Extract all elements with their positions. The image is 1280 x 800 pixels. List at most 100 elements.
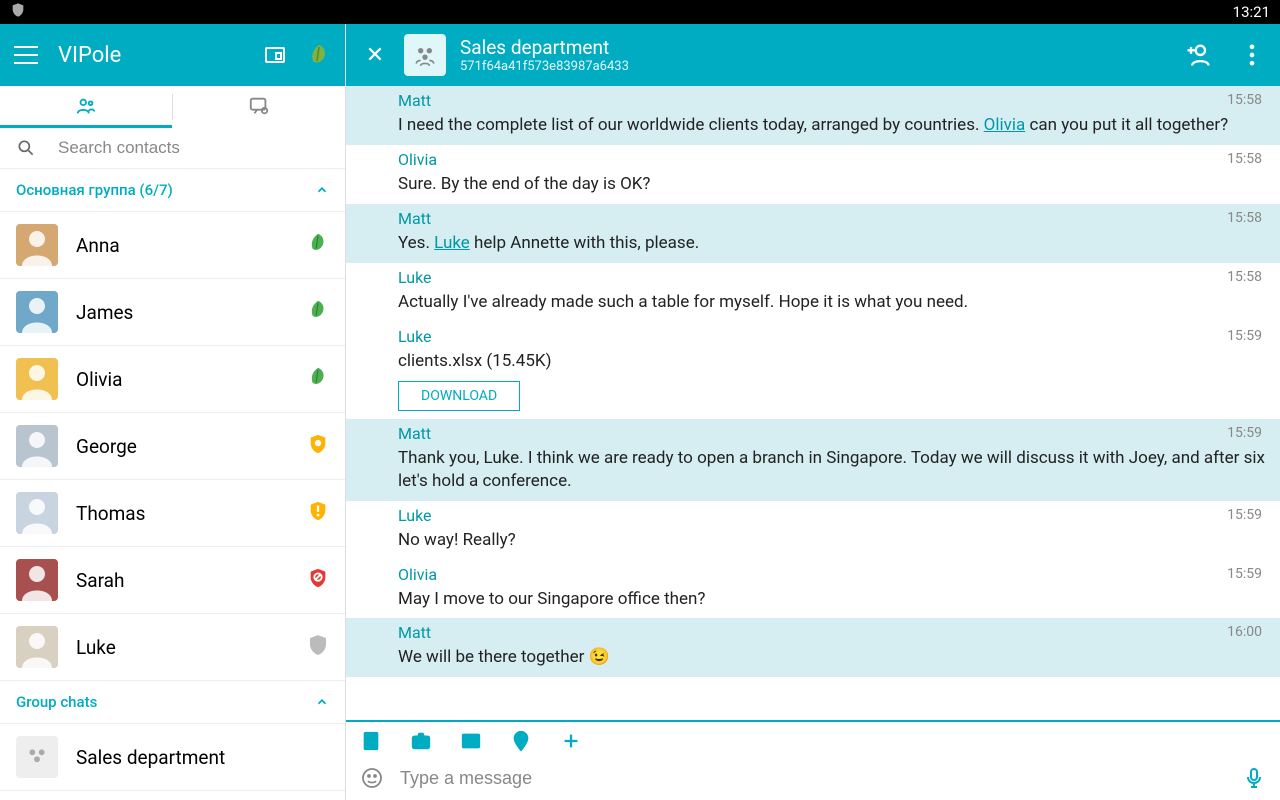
- status-icon: [307, 366, 329, 392]
- contact-item[interactable]: James: [0, 279, 345, 346]
- sidebar-tabs: [0, 86, 345, 128]
- message-list[interactable]: Matt15:58I need the complete list of our…: [346, 86, 1280, 720]
- contact-item[interactable]: Thomas: [0, 480, 345, 547]
- message-time: 15:59: [1227, 507, 1262, 523]
- message-sender: Matt: [398, 623, 1266, 642]
- main-group-header[interactable]: Основная группа (6/7): [0, 169, 345, 212]
- chat-header: ✕ Sales department 571f64a41f573e83987a6…: [346, 24, 1280, 86]
- camera-icon[interactable]: [410, 730, 432, 752]
- add-member-button[interactable]: [1184, 41, 1212, 69]
- message-sender: Matt: [398, 209, 1266, 228]
- message-sender: Olivia: [398, 150, 1266, 169]
- message: Olivia15:59May I move to our Singapore o…: [346, 560, 1280, 619]
- contact-list[interactable]: Anna James Olivia George Thomas Sarah Luke Grou…: [0, 212, 345, 800]
- status-icon: [307, 567, 329, 593]
- mic-icon[interactable]: [1242, 766, 1266, 790]
- message-text: Thank you, Luke. I think we are ready to…: [398, 447, 1266, 493]
- message-sender: Olivia: [398, 565, 1266, 584]
- chat-avatar: [404, 34, 446, 76]
- mention-link[interactable]: Olivia: [984, 115, 1026, 135]
- sidebar: VIPole Основная группа (6/7) An: [0, 24, 346, 800]
- status-time: 13:21: [1233, 3, 1270, 21]
- message-time: 15:59: [1227, 328, 1262, 344]
- group-chat-name: Sales department: [76, 746, 329, 769]
- download-button[interactable]: DOWNLOAD: [398, 381, 520, 411]
- message: Luke15:59 clients.xlsx (15.45K) DOWNLOAD: [346, 322, 1280, 419]
- search-icon: [16, 138, 36, 158]
- chevron-up-icon: [315, 183, 329, 197]
- app-title: VIPole: [58, 43, 243, 68]
- attach-file-icon[interactable]: [360, 730, 382, 752]
- contact-item[interactable]: Luke: [0, 614, 345, 681]
- search-bar: [0, 128, 345, 169]
- location-icon[interactable]: [510, 730, 532, 752]
- avatar: [16, 224, 58, 266]
- group-chats-label: Group chats: [16, 693, 97, 711]
- group-chats-header[interactable]: Group chats: [0, 681, 345, 724]
- message-time: 15:58: [1227, 269, 1262, 285]
- avatar: [16, 626, 58, 668]
- message-sender: Luke: [398, 327, 1266, 346]
- message: Matt15:58 Yes. Luke help Annette with thi…: [346, 204, 1280, 263]
- chevron-up-icon: [315, 695, 329, 709]
- message: Matt16:00 We will be there together 😉: [346, 618, 1280, 677]
- message-sender: Luke: [398, 268, 1266, 287]
- more-menu-button[interactable]: [1238, 41, 1266, 69]
- message: Olivia15:58 Sure. By the end of the day i…: [346, 145, 1280, 204]
- menu-button[interactable]: [14, 46, 38, 64]
- message-file: clients.xlsx (15.45K): [398, 350, 1266, 373]
- message-sender: Luke: [398, 506, 1266, 525]
- status-bar: 13:21: [0, 0, 1280, 24]
- contact-name: Sarah: [76, 569, 289, 592]
- message-time: 15:58: [1227, 92, 1262, 108]
- status-icon: [307, 500, 329, 526]
- message-text: We will be there together 😉: [398, 646, 1266, 669]
- contact-name: James: [76, 301, 289, 324]
- avatar: [16, 358, 58, 400]
- avatar: [16, 425, 58, 467]
- chat-subtitle: 571f64a41f573e83987a6433: [460, 59, 1158, 74]
- message-sender: Matt: [398, 91, 1266, 110]
- message-time: 16:00: [1227, 624, 1262, 640]
- status-icon: [307, 634, 329, 660]
- card-icon[interactable]: [263, 43, 287, 67]
- status-icon: [307, 299, 329, 325]
- image-icon[interactable]: [460, 730, 482, 752]
- contact-item[interactable]: Sarah: [0, 547, 345, 614]
- group-avatar: [16, 736, 58, 778]
- emoji-icon[interactable]: [360, 766, 384, 790]
- contact-item[interactable]: George: [0, 413, 345, 480]
- chat-title: Sales department: [460, 36, 1158, 59]
- contact-name: Anna: [76, 234, 289, 257]
- contact-name: Olivia: [76, 368, 289, 391]
- message-time: 15:58: [1227, 210, 1262, 226]
- avatar: [16, 291, 58, 333]
- contact-item[interactable]: Olivia: [0, 346, 345, 413]
- main-group-label: Основная группа (6/7): [16, 181, 173, 199]
- mention-link[interactable]: Luke: [434, 233, 470, 253]
- message: Luke15:59 No way! Really?: [346, 501, 1280, 560]
- leaf-icon[interactable]: [307, 43, 331, 67]
- message-text: No way! Really?: [398, 529, 1266, 552]
- close-chat-button[interactable]: ✕: [360, 43, 390, 68]
- message-time: 15:59: [1227, 425, 1262, 441]
- message-text: Sure. By the end of the day is OK?: [398, 173, 1266, 196]
- status-shield-icon: [10, 2, 26, 22]
- message-text: Actually I've already made such a table …: [398, 291, 1266, 314]
- message-sender: Matt: [398, 424, 1266, 443]
- message-time: 15:58: [1227, 151, 1262, 167]
- sidebar-header: VIPole: [0, 24, 345, 86]
- search-input[interactable]: [58, 138, 329, 158]
- tab-contacts[interactable]: [0, 86, 172, 128]
- message: Matt15:59 Thank you, Luke. I think we are…: [346, 419, 1280, 501]
- contact-name: Luke: [76, 636, 289, 659]
- group-chat-item[interactable]: Sales department: [0, 724, 345, 791]
- message-text: Yes. Luke help Annette with this, please…: [398, 232, 1266, 255]
- contact-item[interactable]: Anna: [0, 212, 345, 279]
- contact-name: Thomas: [76, 502, 289, 525]
- tab-chats[interactable]: [173, 86, 345, 128]
- message: Matt15:58I need the complete list of our…: [346, 86, 1280, 145]
- add-icon[interactable]: [560, 730, 582, 752]
- compose-area: [346, 720, 1280, 800]
- message-input[interactable]: [400, 768, 1226, 789]
